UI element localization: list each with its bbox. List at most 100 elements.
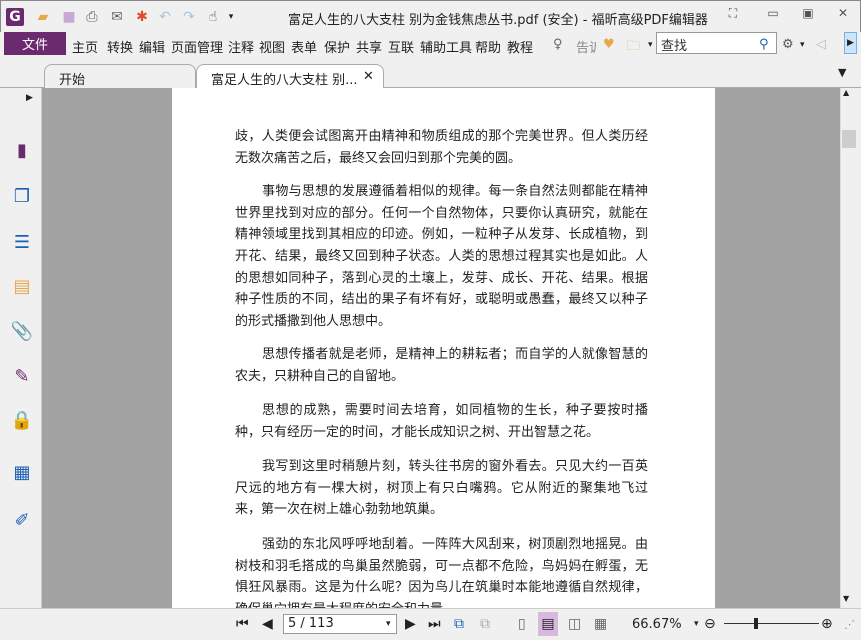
save-icon[interactable]: ■ [60, 8, 78, 26]
email-icon[interactable]: ✉ [108, 8, 126, 26]
menu-help[interactable]: 帮助 [475, 37, 501, 56]
tell-me-input[interactable]: 告诉 [576, 37, 596, 56]
previous-page-button[interactable]: ◀ [262, 616, 273, 632]
minimize-button[interactable]: ▭ [760, 6, 786, 26]
menu-home[interactable]: 主页 [72, 37, 98, 56]
text-line: 精神领域里找到其相应的印迹。例如，一粒种子从发芽、长成植物，到 [235, 227, 648, 243]
text-line: 来，第一次在树上雄心勃勃地筑巢。 [235, 502, 444, 518]
single-page-icon[interactable]: ▯ [518, 616, 526, 632]
scroll-left-icon[interactable]: ◁ [816, 37, 826, 52]
menu-edit[interactable]: 编辑 [139, 37, 165, 56]
tab-list-dropdown-icon[interactable]: ▼ [838, 66, 846, 79]
comments-icon[interactable]: ▤ [10, 274, 34, 298]
zoom-level[interactable]: 66.67% [632, 617, 682, 632]
zoom-out-button[interactable]: ⊖ [704, 616, 716, 632]
chevron-down-icon[interactable]: ▾ [800, 40, 805, 50]
paragraph: 歧，人类便会试图离开由精神和物质组成的那个完美世界。但人类历经 无数次痛苦之后，最… [235, 126, 648, 169]
zoom-in-button[interactable]: ⊕ [821, 616, 833, 632]
facing-page-icon[interactable]: ◫ [568, 616, 581, 632]
chevron-down-icon[interactable]: ▾ [386, 619, 391, 629]
close-tab-icon[interactable]: ✕ [363, 69, 374, 84]
scroll-down-icon[interactable]: ▼ [843, 594, 849, 603]
paragraph: 事物与思想的发展遵循着相似的规律。每一条自然法则都能在精神 世界里找到对应的部分。… [235, 181, 648, 333]
pdf-page: 歧，人类便会试图离开由精神和物质组成的那个完美世界。但人类历经 无数次痛苦之后，最… [172, 88, 715, 608]
text-line: 歧，人类便会试图离开由精神和物质组成的那个完美世界。但人类历经 [235, 129, 648, 144]
text-line: 种子性质的不同，结出的果子有坏有好，或聪明或愚蠢，最终又以种子 [235, 292, 648, 308]
signature-icon[interactable]: ✎ [10, 364, 34, 388]
redo-icon[interactable]: ↷ [180, 8, 198, 26]
content-icon[interactable]: ▦ [10, 460, 34, 484]
zoom-slider-handle[interactable] [754, 618, 758, 629]
attachment-icon[interactable]: 📎 [10, 319, 34, 343]
paragraph: 思想传播者就是老师，是精神上的耕耘者；而自学的人就像智慧的农夫，只耕种自己的自留… [235, 344, 648, 387]
text-line: 确保巢穴拥有最大程度的安全和力量。 [235, 599, 648, 608]
scroll-up-icon[interactable]: ▲ [843, 88, 849, 97]
gear-icon[interactable]: ⚙ [782, 37, 794, 52]
continuous-page-icon[interactable]: ▤ [538, 612, 558, 636]
next-page-button[interactable]: ▶ [405, 616, 416, 632]
tab-document[interactable]: 富足人生的八大支柱 别... [196, 64, 384, 89]
chevron-down-icon[interactable]: ▾ [222, 8, 240, 26]
text-line: 事物与思想的发展遵循着相似的规律。每一条自然法则都能在精神 [262, 184, 648, 199]
window-title: 富足人生的八大支柱 别为金钱焦虑丛书.pdf (安全) - 福昕高级PDF编辑器 [288, 13, 708, 28]
next-view-icon[interactable]: ⧉ [480, 616, 490, 632]
lock-icon[interactable]: 🔒 [10, 408, 34, 432]
menu-protect[interactable]: 保护 [324, 37, 350, 56]
text-line: 我写到这里时稍憩片刻，转头往书房的窗外看去。只见大约一百英 [262, 459, 648, 474]
search-icon[interactable]: ⚲ [759, 37, 769, 52]
paragraph: 思想的成熟，需要时间去培育，如同植物的生长，种子要按时播 种，只有经历一定的时间，… [235, 400, 648, 443]
new-document-icon[interactable]: ✱ [133, 8, 151, 26]
text-line: 强劲的东北风呼呼地刮着。一阵阵大风刮来，树顶剧烈地摇晃。由 [262, 537, 648, 552]
menu-accessibility[interactable]: 辅助工具 [420, 37, 472, 56]
vertical-scrollbar[interactable]: ▲ ▼ [840, 88, 858, 608]
text-line: 的思想如同种子，落到心灵的土壤上，发芽、成长、开花、结果。根据 [235, 270, 648, 286]
menu-view[interactable]: 视图 [259, 37, 285, 56]
heart-icon[interactable]: ♥ [603, 37, 615, 52]
last-page-button[interactable]: ⏭ [428, 616, 441, 632]
paragraph: 强劲的东北风呼呼地刮着。一阵阵大风刮来，树顶剧烈地摇晃。由树枝和羽毛搭成的鸟巢虽… [235, 534, 648, 608]
print-icon[interactable]: ⎙ [83, 8, 101, 26]
paragraph: 我写到这里时稍憩片刻，转头往书房的窗外看去。只见大约一百英 尺远的地方有一棵大树，… [235, 456, 648, 521]
zoom-slider[interactable] [724, 623, 819, 624]
open-folder-icon[interactable]: ▰ [34, 8, 52, 26]
certificate-icon[interactable]: ✐ [10, 508, 34, 532]
menu-connect[interactable]: 互联 [388, 37, 414, 56]
app-logo-icon: G [6, 8, 24, 26]
tab-start[interactable]: 开始 [44, 64, 196, 88]
text-line: 思想的成熟，需要时间去培育，如同植物的生长，种子要按时播 [262, 403, 648, 418]
layers-icon[interactable]: ☰ [10, 230, 34, 254]
resize-grip-icon[interactable]: ⋰ [844, 618, 855, 631]
fullscreen-icon[interactable]: ⛶ [720, 6, 746, 26]
lightbulb-icon: ♀ [553, 37, 563, 52]
menu-share[interactable]: 共享 [356, 37, 382, 56]
menu-page-management[interactable]: 页面管理 [171, 37, 223, 56]
undo-icon[interactable]: ↶ [156, 8, 174, 26]
page-number-input[interactable]: 5 / 113 [283, 614, 397, 634]
document-view: 歧，人类便会试图离开由精神和物质组成的那个完美世界。但人类历经 无数次痛苦之后，最… [42, 88, 840, 608]
close-button[interactable]: ✕ [830, 6, 856, 26]
text-line: 树枝和羽毛搭成的鸟巢虽然脆弱，可一点都不危险，鸟妈妈在孵蛋，无 [235, 558, 648, 574]
scroll-right-button[interactable]: ▶ [844, 32, 857, 54]
menu-tutorial[interactable]: 教程 [507, 37, 533, 56]
menu-form[interactable]: 表单 [291, 37, 317, 56]
text-line: 思想传播者就是老师，是精神上的耕耘者；而自学的人就像智慧的 [262, 347, 648, 362]
hand-tool-icon[interactable]: ☝ [204, 8, 222, 26]
bookmark-icon[interactable]: ▮ [10, 138, 34, 162]
menu-comment[interactable]: 注释 [228, 37, 254, 56]
previous-view-icon[interactable]: ⧉ [454, 616, 464, 632]
text-line: 惧狂风暴雨。这是为什么呢？因为鸟儿在筑巢时本能地遵循自然规律， [235, 580, 648, 596]
continuous-facing-icon[interactable]: ▦ [594, 616, 607, 632]
pages-thumbnail-icon[interactable]: ❐ [10, 184, 34, 208]
chevron-down-icon[interactable]: ▾ [648, 40, 653, 50]
scroll-thumb[interactable] [842, 130, 856, 148]
text-line: 开花、结果，最终又回到种子状态。人类的思想过程其实也是如此。人 [235, 249, 648, 265]
maximize-button[interactable]: ▣ [795, 6, 821, 26]
first-page-button[interactable]: ⏮ [236, 616, 249, 632]
expand-panel-icon[interactable]: ▶ [26, 93, 33, 103]
text-line: 的形式播撒到他人思想中。 [235, 314, 392, 330]
file-menu[interactable]: 文件 [4, 32, 66, 55]
menu-convert[interactable]: 转换 [107, 37, 133, 56]
text-line: 农夫，只耕种自己的自留地。 [235, 368, 405, 384]
chevron-down-icon[interactable]: ▾ [694, 619, 699, 629]
text-line: 无数次痛苦之后，最终又会回归到那个完美的圆。 [235, 150, 522, 166]
